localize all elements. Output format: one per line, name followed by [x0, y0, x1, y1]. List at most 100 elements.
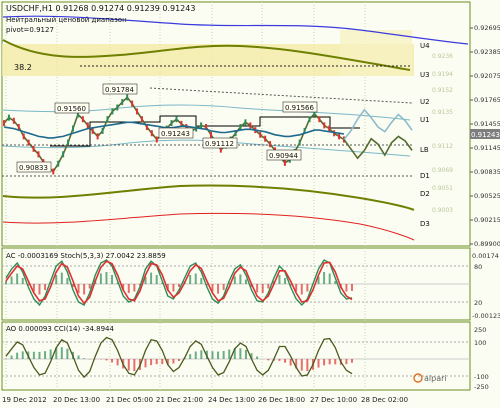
- ac-bar: [217, 284, 220, 294]
- ac-axis-bottom: -0.00123: [472, 312, 500, 320]
- candle: [57, 160, 60, 167]
- x-axis-label: 28 Dec 02:00: [361, 396, 408, 404]
- faint-level-price: 0.9069: [432, 167, 453, 174]
- candle: [91, 127, 94, 134]
- ac-bar: [150, 272, 153, 284]
- ao-bar: [77, 355, 80, 359]
- ac-bar: [278, 275, 281, 284]
- ao-bar: [289, 359, 292, 366]
- ac-bar: [5, 281, 7, 284]
- ac-bar: [323, 272, 326, 284]
- candle: [328, 125, 331, 132]
- ao-bar: [194, 351, 197, 359]
- ac-bar: [345, 284, 348, 292]
- candle: [269, 141, 272, 148]
- ao-bar: [267, 359, 270, 361]
- ao-bar: [49, 349, 52, 359]
- price-axis-label: 0.90835: [474, 168, 500, 176]
- price-mark-text: 0.91112: [205, 140, 234, 148]
- ac-bar: [351, 284, 353, 291]
- label-u4: U4: [420, 42, 430, 50]
- candle: [62, 151, 65, 158]
- ao-bar: [278, 359, 281, 361]
- ao-bar: [66, 348, 69, 359]
- ac-bar: [21, 278, 24, 284]
- ao-bar: [228, 349, 231, 359]
- price-axis-label: 0.92075: [474, 72, 500, 80]
- candle: [318, 116, 321, 123]
- chart-svg: USDCHF,H1 0.91268 0.91274 0.91239 0.9124…: [0, 0, 500, 408]
- candle: [81, 116, 84, 123]
- ac-bar: [60, 272, 63, 284]
- ao-bar: [351, 359, 353, 363]
- candle: [12, 117, 15, 124]
- ac-bar: [222, 284, 225, 290]
- ao-bar: [38, 351, 41, 359]
- faint-level-price: 0.9003: [432, 207, 453, 214]
- candle: [209, 131, 212, 138]
- ao-bar: [256, 356, 259, 359]
- candle: [244, 119, 247, 126]
- ac-bar: [88, 284, 91, 289]
- candle: [323, 122, 326, 129]
- candle: [32, 145, 35, 152]
- ao-bar: [21, 351, 24, 359]
- candle: [249, 122, 252, 129]
- ac-bar: [44, 284, 47, 290]
- ao-bar: [211, 351, 214, 359]
- ao-bar: [133, 359, 136, 372]
- ao-bar: [105, 359, 108, 361]
- faint-level-price: 0.9112: [432, 143, 453, 150]
- candle: [106, 116, 109, 123]
- ao-axis-minus100: -100: [474, 373, 489, 381]
- chart-container: USDCHF,H1 0.91268 0.91274 0.91239 0.9124…: [0, 0, 500, 408]
- price-axis-label: 0.90215: [474, 216, 500, 224]
- pivot-text-2: pivot=0.9127: [6, 26, 54, 34]
- x-axis-label: 21 Dec 05:00: [106, 396, 153, 404]
- price-axis-label: 0.91145: [474, 144, 500, 152]
- ao-axis-100: 100: [474, 339, 486, 347]
- ac-bar: [261, 284, 264, 293]
- candle: [7, 114, 10, 121]
- candle: [37, 151, 40, 158]
- candle: [22, 133, 25, 140]
- price-axis-label: 0.89900: [474, 240, 500, 248]
- x-axis-label: 24 Dec 13:00: [208, 396, 255, 404]
- ao-bar: [144, 359, 147, 368]
- ao-bar: [172, 359, 175, 364]
- label-u1: U1: [420, 116, 430, 124]
- candle: [298, 139, 301, 146]
- pivot-text-1: Нейтральный ценовой диапазон: [6, 16, 127, 24]
- ao-bar: [300, 359, 303, 371]
- x-axis-label: 21 Dec 21:00: [156, 396, 203, 404]
- ac-bar: [16, 273, 19, 284]
- ao-bar: [200, 350, 203, 359]
- price-axis-label: 0.92385: [474, 48, 500, 56]
- ao-bar: [317, 359, 320, 368]
- ac-title: AC -0.0003169 Stoch(5,3,3) 27.0042 23.88…: [6, 252, 166, 260]
- candle: [67, 139, 70, 146]
- x-axis-label: 19 Dec 2012: [2, 396, 47, 404]
- ao-bar: [217, 351, 220, 359]
- ac-bar: [306, 284, 309, 292]
- candle: [121, 99, 124, 106]
- candle: [52, 168, 55, 175]
- price-mark-text: 0.91566: [285, 104, 314, 112]
- candle: [338, 133, 341, 140]
- ao-bar: [334, 359, 337, 365]
- candle: [150, 130, 153, 137]
- x-axis-label: 27 Dec 10:00: [310, 396, 357, 404]
- candle: [126, 94, 129, 101]
- x-axis-label: 20 Dec 13:00: [53, 396, 100, 404]
- ac-bar: [66, 278, 69, 284]
- candle: [96, 133, 99, 140]
- ac-bar: [172, 284, 175, 292]
- ac-bar: [99, 273, 102, 284]
- price-axis-label: 0.91455: [474, 120, 500, 128]
- price-axis-label: 0.92695: [474, 24, 500, 32]
- ao-bar: [127, 359, 130, 371]
- price-axis-label: 0.90525: [474, 192, 500, 200]
- candle: [111, 108, 114, 115]
- price-mark-text: 0.91243: [161, 130, 190, 138]
- ac-bar: [189, 275, 192, 284]
